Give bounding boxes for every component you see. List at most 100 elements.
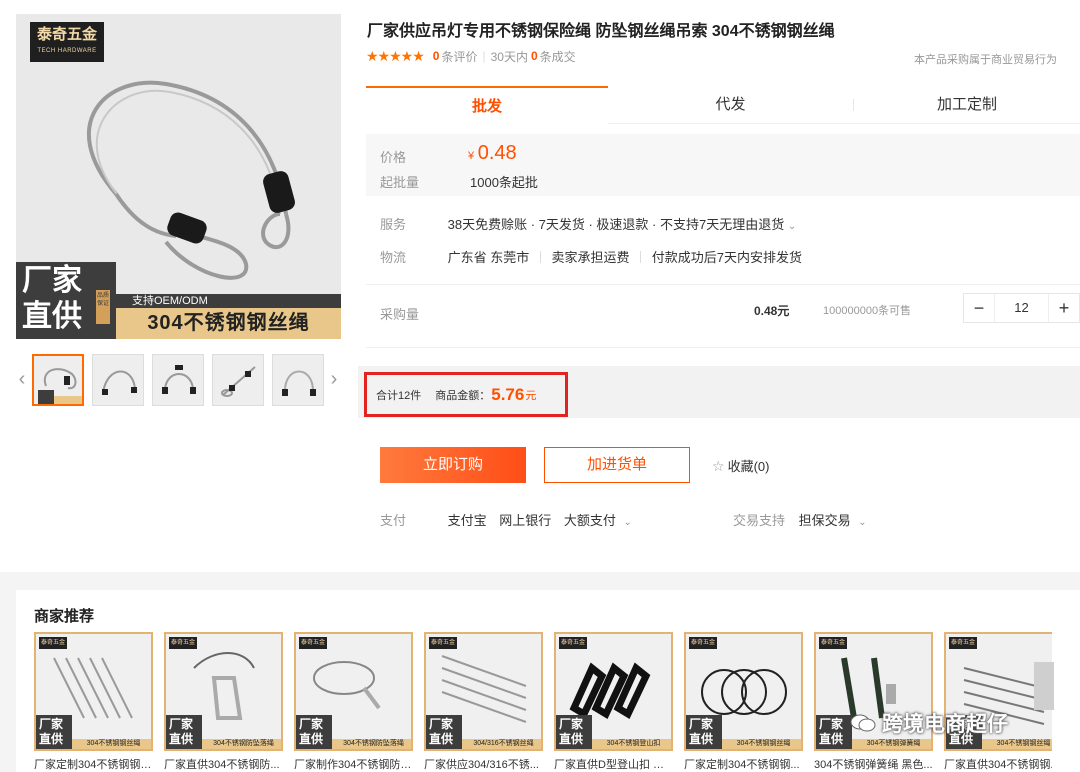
deals-label: 条成交 — [539, 49, 576, 64]
unit-price: 0.48元 — [754, 304, 790, 318]
rating-stars-icon: ★★★★★ — [366, 47, 425, 64]
recommend-image[interactable]: 泰奇五金 厂家直供 304/316不锈钢丝绳 — [424, 632, 543, 751]
recommend-scroll-right-button[interactable] — [1034, 662, 1054, 710]
thumbnail[interactable] — [152, 354, 204, 406]
thumbnail[interactable] — [32, 354, 84, 406]
deals-count: 0 — [530, 49, 538, 63]
decrease-button[interactable]: − — [964, 294, 994, 322]
total-amount: 5.76 — [491, 384, 525, 404]
divider — [640, 251, 642, 263]
oem-label: 支持OEM/ODM — [116, 294, 341, 308]
recommend-image[interactable]: 泰奇五金 厂家直供 304不锈钢防坠落绳 — [294, 632, 413, 751]
recommend-card[interactable]: 泰奇五金 厂家直供 304不锈钢防坠落绳 厂家制作304不锈钢防坠... — [294, 632, 413, 772]
price-label: 价格 — [380, 150, 407, 165]
chevron-left-icon[interactable]: ‹ — [16, 364, 28, 394]
recommend-image[interactable]: 泰奇五金 厂家直供 304不锈钢钢丝绳 — [34, 632, 153, 751]
divider: | — [482, 49, 486, 63]
quantity-input[interactable]: 12 — [994, 294, 1049, 322]
moq-label: 起批量 — [380, 175, 420, 190]
logistics-shipping: 卖家承担运费 — [551, 250, 630, 265]
deals-prefix: 30天内 — [490, 49, 528, 64]
star-outline-icon: ☆ — [712, 458, 725, 474]
service-label: 服务 — [380, 217, 407, 232]
item-count: 合计12件 — [376, 389, 422, 402]
quantity-row: 采购量 0.48元 100000000条可售 − 12 + — [366, 284, 1080, 348]
recommend-caption[interactable]: 304不锈钢弹簧绳 黑色... — [814, 756, 933, 772]
steel-rope-illustration — [86, 80, 295, 280]
recommend-caption[interactable]: 厂家供应304/316不锈... — [424, 756, 543, 772]
favorite-label: 收藏(0) — [727, 459, 770, 474]
factory-direct-badge: 厂家 直供 品质保证 — [16, 262, 116, 339]
increase-button[interactable]: + — [1049, 294, 1079, 322]
recommend-card[interactable]: 泰奇五金 厂家直供 304不锈钢钢丝绳 厂家定制304不锈钢钢... — [684, 632, 803, 772]
product-banner: 304不锈钢钢丝绳 — [116, 308, 341, 339]
chevron-down-icon[interactable]: ⌄ — [624, 517, 632, 528]
wechat-icon — [850, 714, 876, 732]
price-value: ¥ 0.48 — [468, 142, 517, 164]
recommend-image[interactable]: 泰奇五金 厂家直供 304不锈钢钢丝绳 — [684, 632, 803, 751]
tab-wholesale[interactable]: 批发 — [366, 86, 608, 124]
recommend-card[interactable]: 泰奇五金 厂家直供 304不锈钢弹簧绳 304不锈钢弹簧绳 黑色... — [814, 632, 933, 772]
recommend-card[interactable]: 泰奇五金 厂家直供 304不锈钢登山扣 厂家直供D型登山扣 户... — [554, 632, 673, 772]
recommend-caption[interactable]: 厂家直供D型登山扣 户... — [554, 756, 673, 772]
product-title: 厂家供应吊灯专用不锈钢保险绳 防坠钢丝绳吊索 304不锈钢钢丝绳 — [367, 23, 835, 40]
favorite-button[interactable]: ☆ 收藏(0) — [712, 456, 769, 475]
recommend-title: 商家推荐 — [34, 608, 95, 625]
purchase-mode-tabs: 批发 代发 加工定制 — [366, 86, 1080, 124]
payment-row: 支付 支付宝 网上银行 大额支付 ⌄ — [380, 510, 632, 529]
add-to-cart-button[interactable]: 加进货单 — [544, 447, 690, 483]
recommend-card[interactable]: 泰奇五金 厂家直供 304/316不锈钢丝绳 厂家供应304/316不锈... — [424, 632, 543, 772]
logistics-delivery: 付款成功后7天内安排发货 — [651, 250, 802, 265]
service-value: 38天免费赊账 · 7天发货 · 极速退款 · 不支持7天无理由退货 — [447, 217, 785, 232]
brand-name-cn: 泰奇五金 — [36, 25, 97, 43]
trade-support: 交易支持 担保交易 ⌄ — [733, 510, 867, 529]
recommend-card[interactable]: 泰奇五金 厂家直供 304不锈钢钢丝绳 厂家定制304不锈钢钢丝... — [34, 632, 153, 772]
quantity-stepper: − 12 + — [963, 293, 1080, 323]
logistics-row: 物流 广东省 东莞市 卖家承担运费 付款成功后7天内安排发货 — [380, 247, 802, 266]
thumbnail-strip: ‹ › — [16, 352, 341, 410]
logistics-origin: 广东省 东莞市 — [447, 250, 530, 265]
brand-name-en: TECH HARDWARE — [37, 48, 97, 54]
review-label[interactable]: 条评价 — [441, 48, 477, 65]
chevron-down-icon[interactable]: ⌄ — [858, 517, 866, 528]
main-product-image[interactable]: 泰奇五金 TECH HARDWARE 厂家 直供 品质保证 支持OEM/ODM … — [16, 14, 341, 339]
recommend-caption[interactable]: 厂家定制304不锈钢钢... — [684, 756, 803, 772]
order-summary-bar: 合计12件 商品金额： 5.76 元 — [358, 366, 1080, 418]
recommend-card[interactable]: 泰奇五金 厂家直供 304不锈钢防坠落绳 厂家直供304不锈钢防... — [164, 632, 283, 772]
trade-note: 本产品采购属于商业贸易行为 — [914, 54, 1057, 66]
brand-logo: 泰奇五金 TECH HARDWARE — [30, 22, 104, 62]
chevron-right-icon[interactable]: › — [328, 364, 340, 394]
recommend-image[interactable]: 泰奇五金 厂家直供 304不锈钢防坠落绳 — [164, 632, 283, 751]
payment-method: 网上银行 — [499, 513, 552, 528]
chevron-down-icon[interactable]: ⌄ — [788, 221, 796, 232]
payment-label: 支付 — [380, 513, 407, 528]
recommend-caption[interactable]: 厂家直供304不锈钢钢... — [944, 756, 1052, 772]
thumbnail[interactable] — [92, 354, 144, 406]
thumbnail[interactable] — [272, 354, 324, 406]
stock-available: 100000000条可售 — [823, 305, 912, 317]
quality-seal: 品质保证 — [96, 290, 110, 324]
service-row: 服务 38天免费赊账 · 7天发货 · 极速退款 · 不支持7天无理由退货 ⌄ — [380, 214, 796, 233]
payment-method: 支付宝 — [447, 513, 487, 528]
moq-value: 1000条起批 — [470, 175, 538, 190]
support-value[interactable]: 担保交易 — [799, 513, 851, 528]
review-count[interactable]: 0 — [433, 49, 440, 63]
amount-unit: 元 — [525, 389, 537, 402]
recommend-caption[interactable]: 厂家直供304不锈钢防... — [164, 756, 283, 772]
recommend-caption[interactable]: 厂家定制304不锈钢钢丝... — [34, 756, 153, 772]
rating-row: ★★★★★ 0 条评价 | 30天内 0 条成交 — [366, 48, 576, 64]
watermark-text: 跨境电商超仔 — [882, 713, 1008, 736]
support-label: 交易支持 — [733, 513, 786, 528]
order-total-highlight: 合计12件 商品金额： 5.76 元 — [364, 372, 568, 417]
recommend-caption[interactable]: 厂家制作304不锈钢防坠... — [294, 756, 413, 772]
payment-method[interactable]: 大额支付 — [564, 513, 616, 528]
watermark: 跨境电商超仔 — [850, 708, 1008, 738]
amount-label: 商品金额： — [435, 389, 491, 402]
order-now-button[interactable]: 立即订购 — [380, 447, 526, 483]
recommend-image[interactable]: 泰奇五金 厂家直供 304不锈钢登山扣 — [554, 632, 673, 751]
logistics-label: 物流 — [380, 250, 407, 265]
tab-dropship[interactable]: 代发 — [608, 86, 853, 124]
price-panel: 价格 ¥ 0.48 起批量 1000条起批 — [366, 134, 1080, 196]
thumbnail[interactable] — [212, 354, 264, 406]
tab-custom-processing[interactable]: 加工定制 — [854, 86, 1080, 124]
